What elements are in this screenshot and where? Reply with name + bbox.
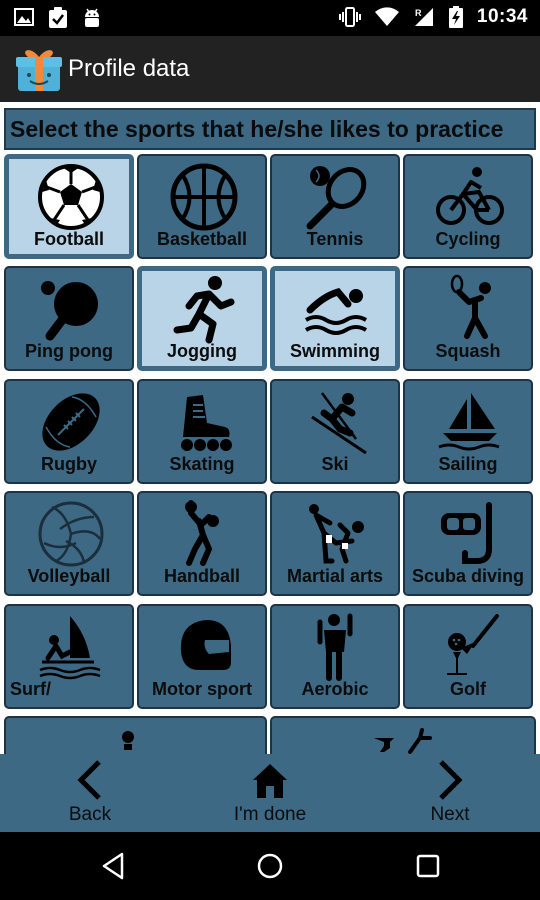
sport-label: Football <box>34 229 104 249</box>
runner-icon <box>173 276 235 344</box>
cyclist-icon <box>436 167 504 225</box>
chevron-right-icon <box>439 760 463 800</box>
skier-icon <box>311 392 367 455</box>
sport-tile-basketball[interactable]: Basketball <box>137 154 267 259</box>
system-recents-icon[interactable] <box>415 852 441 880</box>
sport-tile-handball[interactable]: Handball <box>137 491 267 596</box>
sport-tile-aerobic[interactable]: Aerobic <box>270 604 400 709</box>
sport-tile-ski[interactable]: Ski <box>270 379 400 484</box>
svg-text:R: R <box>415 8 422 18</box>
home-icon <box>253 764 287 798</box>
sport-label: Aerobic <box>301 679 369 699</box>
sport-tile-partial-right[interactable] <box>270 716 536 754</box>
status-bar: R 10:34 <box>0 0 540 36</box>
back-button[interactable]: Back <box>20 754 160 832</box>
rugby-ball-icon <box>42 393 100 451</box>
battery-charging-icon <box>448 6 463 28</box>
sport-label: Sailing <box>438 454 498 474</box>
sport-tile-scuba-diving[interactable]: Scuba diving <box>403 491 533 596</box>
squash-player-icon <box>450 274 491 339</box>
sport-label: Volleyball <box>27 566 111 586</box>
aerobic-figure-icon <box>317 613 353 681</box>
sport-label: Skating <box>169 454 235 474</box>
clock: 10:34 <box>476 6 528 27</box>
sport-label: Ping pong <box>25 341 113 361</box>
sport-label: Martial arts <box>286 566 384 586</box>
sport-tile-ping-pong[interactable]: Ping pong <box>4 266 134 371</box>
sport-tile-partial-left[interactable] <box>4 716 267 754</box>
partial-equipment-icon <box>374 728 432 754</box>
soccer-ball-icon <box>38 164 104 230</box>
sport-tile-swimming[interactable]: Swimming <box>270 266 400 371</box>
sport-tile-sailing[interactable]: Sailing <box>403 379 533 484</box>
sport-label: Surf/ <box>10 679 52 699</box>
bottom-navigation: Back I'm done Next <box>0 754 540 832</box>
sport-label: Ski <box>321 454 349 474</box>
partial-figure-icon <box>122 731 134 750</box>
helmet-icon <box>180 620 231 670</box>
sport-tile-squash[interactable]: Squash <box>403 266 533 371</box>
sport-tile-martial-arts[interactable]: Martial arts <box>270 491 400 596</box>
golf-club-icon <box>447 614 499 675</box>
section-header: Select the sports that he/she likes to p… <box>4 108 536 150</box>
sport-tile-jogging[interactable]: Jogging <box>137 266 267 371</box>
sport-tile-motor-sport[interactable]: Motor sport <box>137 604 267 709</box>
app-title: Profile data <box>68 55 190 82</box>
tennis-racket-icon <box>306 166 367 230</box>
sport-label: Cycling <box>435 229 501 249</box>
next-button[interactable]: Next <box>380 754 520 832</box>
sport-tile-rugby[interactable]: Rugby <box>4 379 134 484</box>
chevron-left-icon <box>77 760 101 800</box>
system-home-icon[interactable] <box>257 852 283 880</box>
basketball-icon <box>170 163 238 231</box>
sport-label: Rugby <box>41 454 97 474</box>
martial-arts-icon <box>309 504 364 564</box>
sport-label: Scuba diving <box>411 566 525 586</box>
scuba-mask-icon <box>441 502 492 564</box>
sport-label: Basketball <box>156 229 248 249</box>
windsurf-icon <box>39 616 101 680</box>
image-notification-icon <box>14 8 34 26</box>
cell-signal-icon: R <box>414 8 433 26</box>
ping-pong-paddle-icon <box>41 281 98 341</box>
sport-tile-cycling[interactable]: Cycling <box>403 154 533 259</box>
handball-player-icon <box>185 500 219 566</box>
sport-tile-football[interactable]: Football <box>4 154 134 259</box>
sport-tile-tennis[interactable]: Tennis <box>270 154 400 259</box>
system-back-icon[interactable] <box>100 852 126 880</box>
sport-label: Golf <box>450 679 486 699</box>
inline-skate-icon <box>181 395 232 451</box>
sport-tile-volleyball[interactable]: Volleyball <box>4 491 134 596</box>
sport-tile-surf[interactable]: Surf/ <box>4 604 134 709</box>
wifi-icon <box>374 7 399 27</box>
sport-label: Squash <box>435 341 501 361</box>
android-icon <box>85 8 99 27</box>
sport-label: Handball <box>163 566 240 586</box>
done-button[interactable]: I'm done <box>200 754 340 832</box>
sport-tile-golf[interactable]: Golf <box>403 604 533 709</box>
swimmer-icon <box>304 288 368 335</box>
sport-label: Jogging <box>167 341 237 361</box>
done-label: I'm done <box>233 804 307 825</box>
sport-label: Swimming <box>289 341 380 361</box>
sport-label: Motor sport <box>152 679 252 699</box>
sports-selection-panel: Select the sports that he/she likes to p… <box>0 102 540 754</box>
system-navigation-bar <box>0 832 540 900</box>
clipboard-check-icon <box>49 7 67 28</box>
sport-label: Tennis <box>306 229 364 249</box>
volleyball-icon <box>38 501 104 567</box>
sailboat-icon <box>438 393 500 451</box>
vibrate-icon <box>338 7 361 27</box>
gift-box-logo-icon <box>16 50 62 91</box>
back-label: Back <box>68 804 112 825</box>
sport-tile-skating[interactable]: Skating <box>137 379 267 484</box>
app-bar: Profile data <box>0 36 540 102</box>
next-label: Next <box>430 804 470 825</box>
